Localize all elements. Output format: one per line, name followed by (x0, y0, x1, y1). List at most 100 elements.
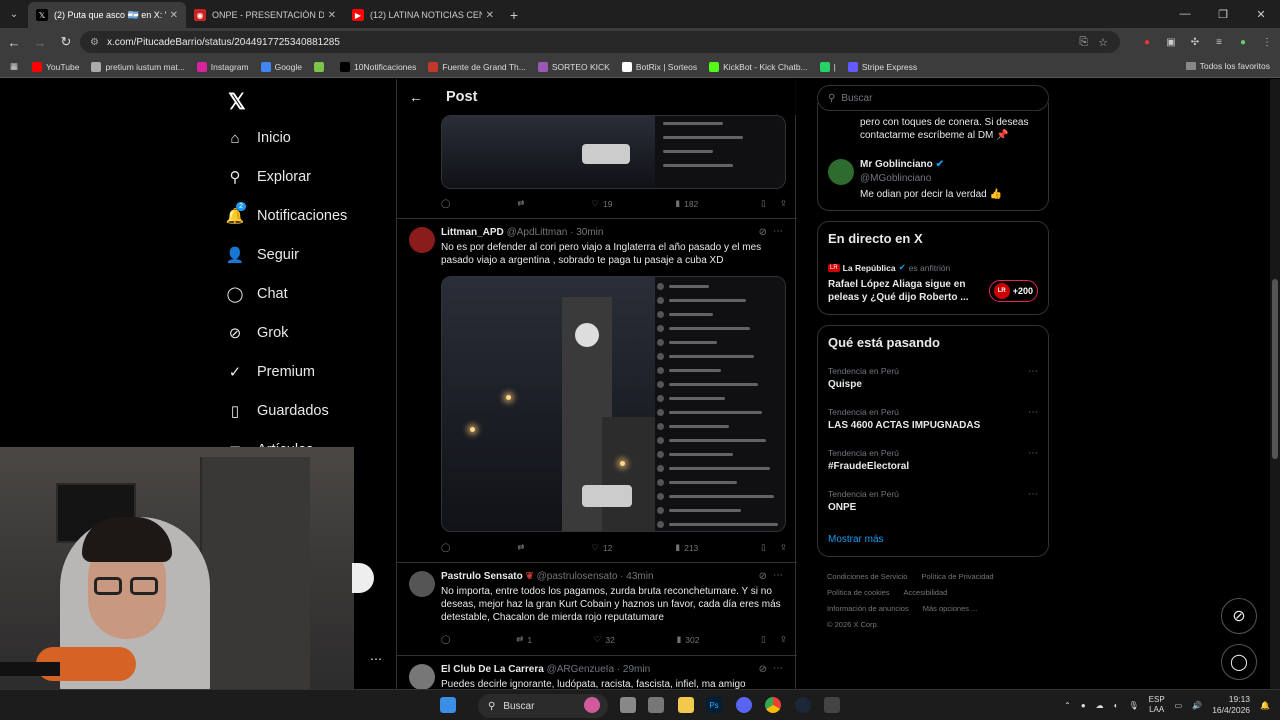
footer-link[interactable]: Accesibilidad (904, 585, 948, 601)
repost-icon[interactable]: ⇄ (517, 542, 528, 553)
kebab-menu-icon[interactable]: ⋮ (1260, 35, 1274, 49)
more-options-icon[interactable]: ⋯ (1028, 366, 1038, 377)
mic-icon[interactable]: 🎙 (1129, 701, 1139, 710)
back-arrow-icon[interactable]: ← (409, 89, 429, 105)
chrome-icon[interactable] (765, 697, 781, 713)
scroll-thumb[interactable] (1272, 279, 1278, 459)
bookmark-item[interactable]: 10Notificaciones (340, 61, 416, 72)
browser-tab[interactable]: 𝕏 (2) Puta que asco 🇦🇷 en X: "@P ✕ (28, 2, 186, 28)
extension-red-icon[interactable]: ● (1140, 35, 1154, 49)
bookmark-item[interactable]: | (819, 61, 836, 72)
tab-close-icon[interactable]: ✕ (486, 10, 494, 21)
bookmark-item[interactable]: Fuente de Grand Th... (428, 61, 526, 72)
repost-icon[interactable]: ⇄ (517, 198, 528, 209)
grok-icon[interactable]: ⊘ (759, 227, 767, 238)
scrollbar[interactable] (1270, 79, 1280, 689)
like-icon[interactable]: ♡ 19 (591, 198, 612, 209)
bookmark-item[interactable]: Google (260, 61, 302, 72)
tray-edge-icon[interactable]: ◐ (1114, 701, 1119, 710)
calculator-icon[interactable] (824, 697, 840, 713)
tulips-icon[interactable] (584, 697, 600, 713)
footer-link[interactable]: Condiciones de Servicio (827, 569, 907, 585)
avatar[interactable] (409, 571, 435, 597)
media-icon[interactable]: ≡ (1212, 35, 1226, 49)
footer-link[interactable]: Política de Privacidad (921, 569, 993, 585)
sidebar-item-inicio[interactable]: ⌂ Inicio (226, 129, 290, 147)
all-bookmarks[interactable]: Todos los favoritos (1185, 61, 1270, 71)
bookmark-item[interactable]: YouTube (32, 61, 79, 72)
steam-icon[interactable] (795, 697, 811, 713)
windows-start-icon[interactable] (440, 697, 456, 713)
like-icon[interactable]: ♡ 12 (591, 542, 612, 553)
chevron-up-icon[interactable]: ⌃ (1064, 701, 1071, 710)
bookmark-item[interactable] (314, 61, 328, 72)
forward-icon[interactable]: → (28, 30, 52, 54)
share-icon[interactable]: ⇪ (780, 198, 787, 209)
extension-icon[interactable]: ▣ (1164, 35, 1178, 49)
share-icon[interactable]: ⇪ (780, 542, 787, 553)
post-media[interactable] (441, 115, 786, 189)
avatar[interactable] (828, 159, 854, 185)
bookmark-item[interactable]: Instagram (196, 61, 249, 72)
x-logo-icon[interactable]: 𝕏 (228, 89, 246, 115)
post-pastrulo[interactable]: Pastrulo Sensato ❦ @pastrulosensato · 43… (397, 564, 797, 656)
live-text[interactable]: Rafael López Aliaga sigue en peleas y ¿Q… (828, 278, 978, 304)
bookmark-icon[interactable]: ▯ (761, 634, 766, 645)
back-icon[interactable]: ← (2, 30, 26, 54)
bookmark-item[interactable]: pretium iustum mat... (91, 61, 185, 72)
photoshop-icon[interactable]: Ps (706, 697, 722, 713)
sidebar-item-grok[interactable]: ⊘ Grok (226, 324, 289, 342)
tab-close-icon[interactable]: ✕ (328, 10, 336, 21)
puzzle-icon[interactable]: ✣ (1188, 35, 1202, 49)
views-icon[interactable]: ▮ 182 (675, 198, 698, 209)
site-info-icon[interactable]: ⚙ (90, 37, 99, 48)
profile-avatar-icon[interactable]: ● (1236, 35, 1250, 49)
address-bar[interactable]: ⚙ x.com/PitucadeBarrio/status/2044917725… (80, 31, 1120, 53)
sidebar-item-notificaciones[interactable]: 🔔 2 Notificaciones (226, 202, 347, 225)
tray-app-icon[interactable]: ● (1081, 701, 1086, 710)
live-count-pill[interactable]: LR +200 (988, 280, 1038, 302)
sidebar-item-chat[interactable]: ◯ Chat (226, 285, 288, 303)
bookmark-item[interactable]: Stripe Express (847, 61, 917, 72)
reply-icon[interactable]: ◯ (441, 634, 455, 645)
task-view-icon[interactable] (620, 697, 636, 713)
show-more-link[interactable]: Mostrar más (828, 534, 884, 545)
sidebar-item-guardados[interactable]: ▯ Guardados (226, 402, 329, 420)
bookmark-icon[interactable]: ▯ (761, 198, 766, 209)
new-tab-button[interactable]: + (502, 2, 526, 28)
notification-icon[interactable]: 🔔 (1260, 701, 1270, 710)
grok-fab-icon[interactable]: ⊘ (1221, 598, 1257, 634)
views-icon[interactable]: ▮ 302 (677, 634, 700, 645)
post-author[interactable]: El Club De La Carrera @ARGenzueIa · 29mi… (441, 664, 650, 675)
tab-close-icon[interactable]: ✕ (170, 10, 178, 21)
apps-icon[interactable]: ▦ (10, 61, 18, 72)
more-options-icon[interactable]: ⋯ (773, 570, 783, 581)
volume-icon[interactable]: 🔊 (1192, 701, 1202, 710)
live-host[interactable]: LR La República ✔ es anfitrión (828, 262, 950, 273)
post-littman[interactable]: Littman_APD @ApdLittman · 30min ⊘ ⋯ No e… (397, 220, 797, 563)
repost-icon[interactable]: ⇄ 1 (516, 634, 532, 645)
footer-link[interactable]: Política de cookies (827, 585, 890, 601)
sidebar-item-seguir[interactable]: 👤 Seguir (226, 246, 299, 264)
post-author[interactable]: Pastrulo Sensato ❦ @pastrulosensato · 43… (441, 571, 654, 582)
grok-icon[interactable]: ⊘ (759, 664, 767, 675)
discord-icon[interactable] (736, 697, 752, 713)
reload-icon[interactable]: ↻ (54, 30, 78, 54)
bookmark-item[interactable]: SORTEO KICK (537, 61, 610, 72)
reply-icon[interactable]: ◯ (441, 542, 455, 553)
language-indicator[interactable]: ESP LAA (1149, 695, 1165, 715)
sidebar-item-explorar[interactable]: ⚲ Explorar (226, 168, 312, 186)
onedrive-icon[interactable]: ☁ (1096, 701, 1104, 710)
close-icon[interactable]: ✕ (1242, 0, 1280, 28)
avatar[interactable] (409, 664, 435, 689)
reply-user-name[interactable]: Mr Goblinciano ✔ (860, 159, 944, 170)
messages-fab-icon[interactable]: ◯ (1221, 644, 1257, 680)
file-explorer-icon[interactable] (678, 697, 694, 713)
minimize-icon[interactable]: — (1166, 0, 1204, 28)
post-club-carrera[interactable]: El Club De La Carrera @ARGenzueIa · 29mi… (397, 657, 797, 689)
post-media[interactable] (441, 276, 786, 532)
more-options-icon[interactable]: ⋯ (1028, 448, 1038, 459)
more-options-icon[interactable]: ⋯ (1028, 489, 1038, 500)
like-icon[interactable]: ♡ 32 (594, 634, 615, 645)
more-options-icon[interactable]: ⋯ (773, 663, 783, 674)
